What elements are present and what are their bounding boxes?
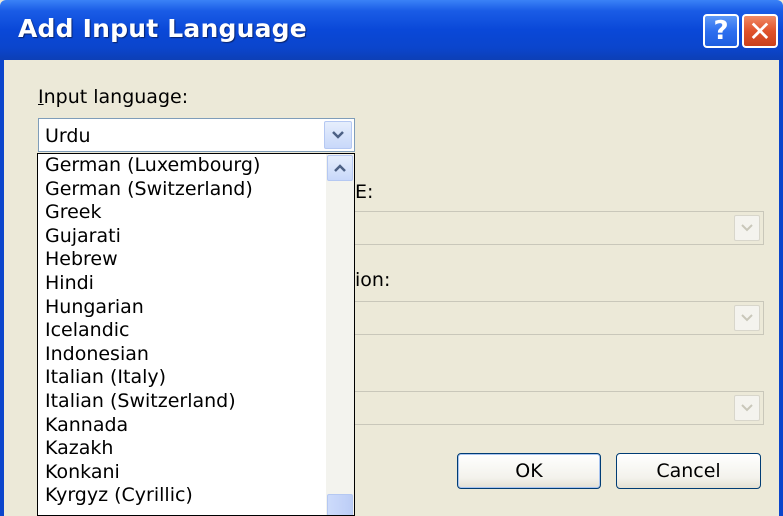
dropdown-item[interactable]: Kyrgyz (Cyrillic) [38,484,328,508]
dropdown-item[interactable]: Konkani [38,461,328,485]
third-option-select[interactable] [352,391,764,425]
close-button[interactable]: ✕ [742,14,778,48]
keyboard-layout-select[interactable] [352,211,764,245]
keyboard-layout-label-fragment: E: [355,181,374,203]
scroll-thumb[interactable] [327,494,353,515]
dropdown-item[interactable]: German (Luxembourg) [38,154,328,178]
input-language-label-rest: nput language: [43,86,189,108]
cancel-button[interactable]: Cancel [616,453,761,489]
window-frame-left [0,60,4,516]
scroll-up-button[interactable] [327,155,353,181]
dropdown-item[interactable]: Icelandic [38,319,328,343]
dropdown-scrollbar[interactable] [326,154,354,515]
dropdown-item[interactable]: German (Switzerland) [38,178,328,202]
input-language-value: Urdu [45,125,91,147]
input-language-dropdown-list[interactable]: German (Luxembourg) German (Switzerland) G… [37,153,355,516]
dropdown-item[interactable]: Hebrew [38,248,328,272]
help-icon: ? [713,16,729,46]
second-option-select[interactable] [352,301,764,335]
second-option-label-fragment: ion: [355,269,391,291]
keyboard-layout-dropdown-button[interactable] [734,215,760,241]
dropdown-item[interactable]: Italian (Switzerland) [38,390,328,414]
add-input-language-dialog: Add Input Language ? ✕ Input language: U… [0,0,783,516]
chevron-up-icon [334,164,346,172]
dropdown-item[interactable]: Gujarati [38,225,328,249]
title-bar[interactable]: Add Input Language ? ✕ [0,0,783,60]
input-language-label: Input language: [38,86,188,108]
input-language-dropdown-button[interactable] [324,121,352,149]
chevron-down-icon [741,224,753,232]
chevron-down-icon [332,131,344,139]
window-frame-right [779,60,783,516]
chevron-down-icon [741,404,753,412]
close-icon: ✕ [748,14,772,48]
help-button[interactable]: ? [703,14,739,48]
input-language-select[interactable]: Urdu [38,118,355,152]
dropdown-item[interactable]: Italian (Italy) [38,366,328,390]
dropdown-item[interactable]: Hindi [38,272,328,296]
chevron-down-icon [741,314,753,322]
second-option-dropdown-button[interactable] [734,305,760,331]
window-title: Add Input Language [18,14,307,43]
dropdown-item[interactable]: Greek [38,201,328,225]
dropdown-items: German (Luxembourg) German (Switzerland) G… [38,154,328,508]
dropdown-item[interactable]: Hungarian [38,296,328,320]
third-option-dropdown-button[interactable] [734,395,760,421]
dropdown-item[interactable]: Kannada [38,414,328,438]
dropdown-item[interactable]: Kazakh [38,437,328,461]
dropdown-item[interactable]: Indonesian [38,343,328,367]
ok-button[interactable]: OK [457,453,601,489]
